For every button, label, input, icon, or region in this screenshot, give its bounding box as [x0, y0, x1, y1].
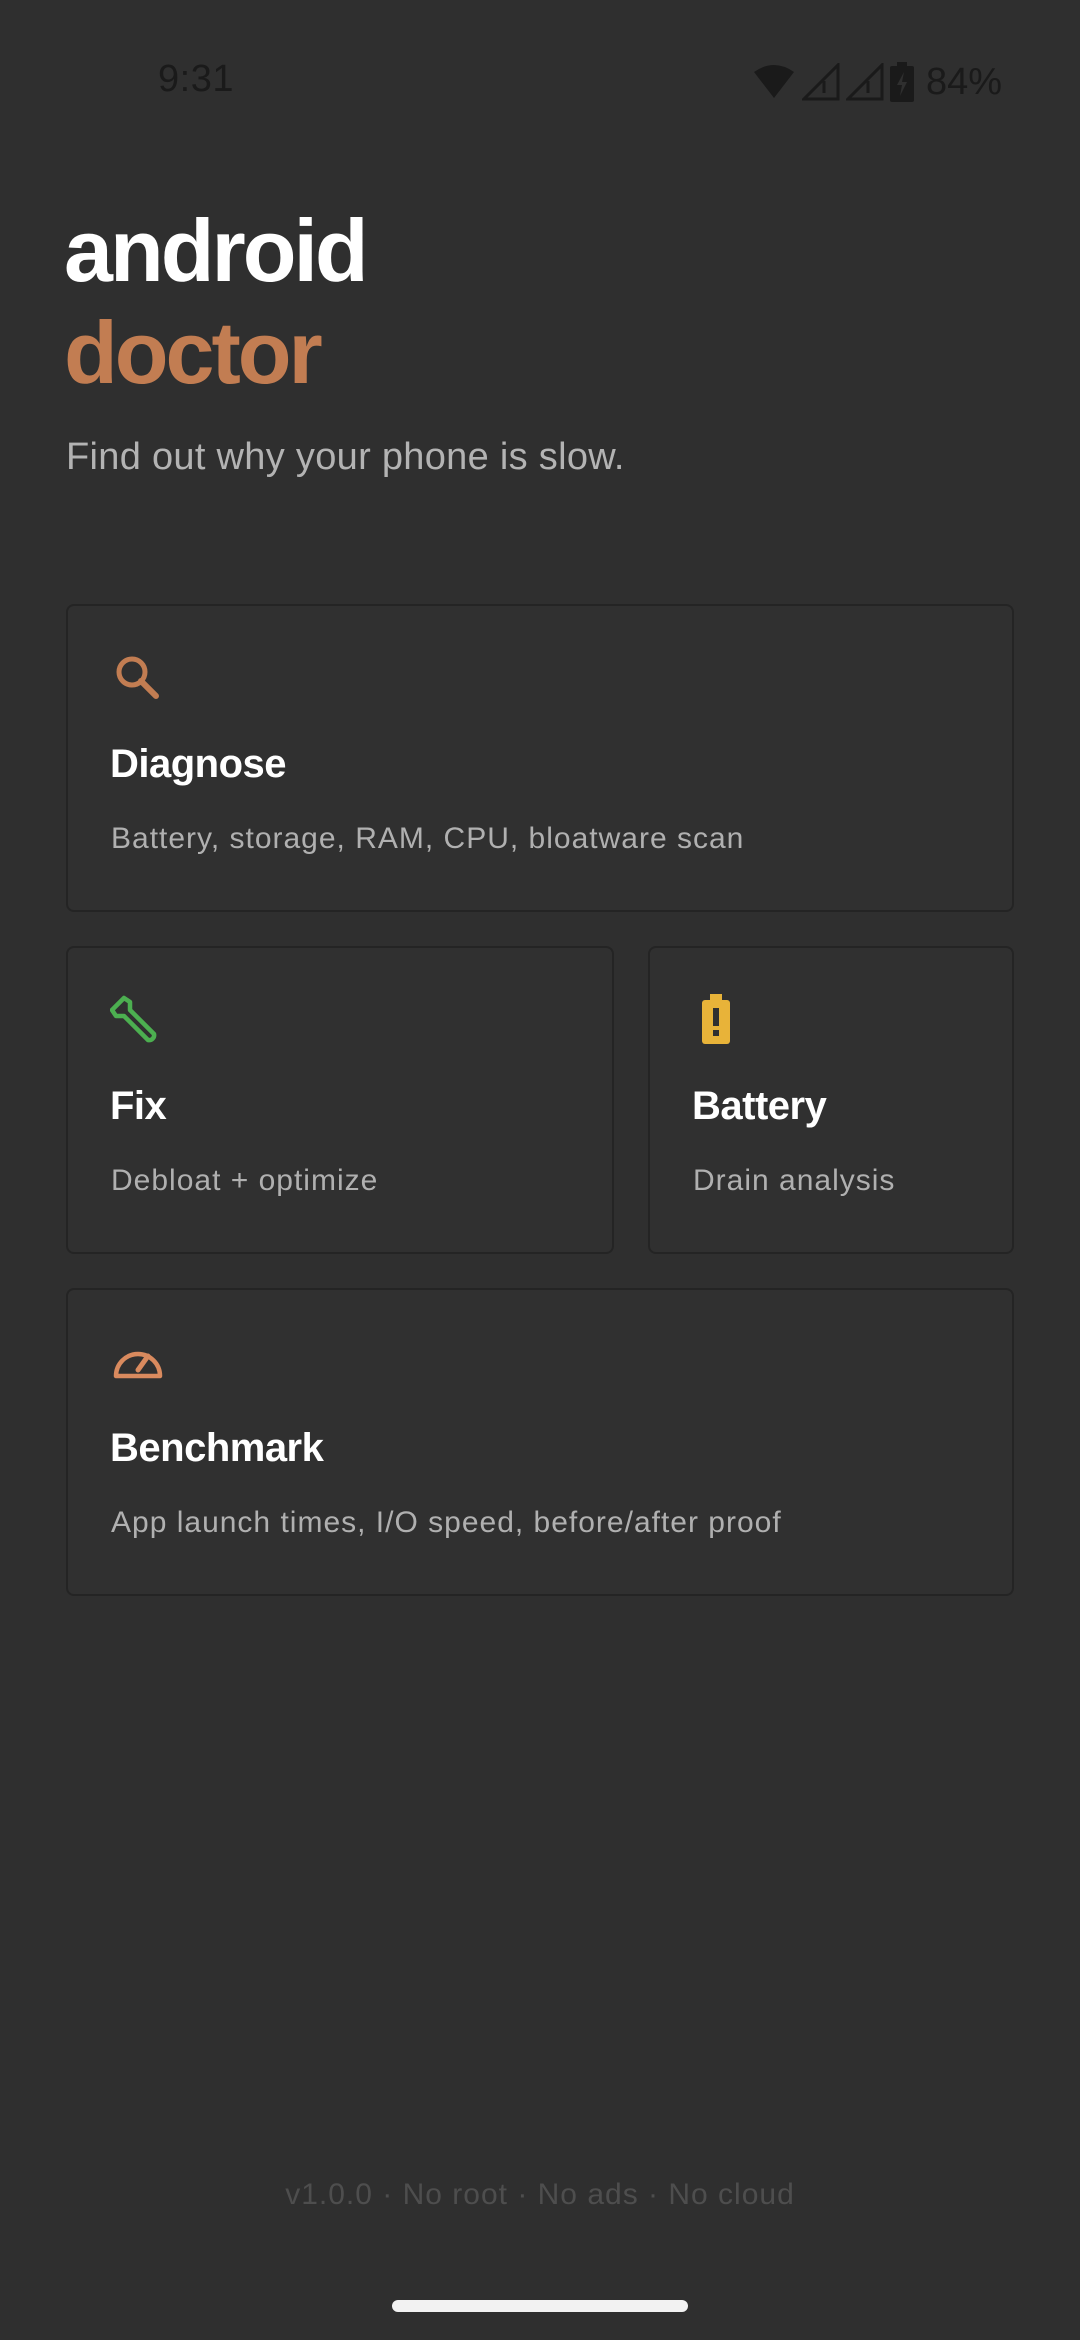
benchmark-description: App launch times, I/O speed, before/afte… — [111, 1506, 782, 1539]
battery-charging-icon — [889, 62, 914, 102]
battery-percent: 84% — [925, 60, 1002, 103]
app-title: android doctor — [64, 200, 369, 404]
battery-card[interactable]: Battery Drain analysis — [648, 946, 1014, 1254]
search-icon — [110, 650, 166, 706]
fix-title: Fix — [110, 1084, 167, 1128]
diagnose-title: Diagnose — [110, 742, 287, 786]
diagnose-card[interactable]: Diagnose Battery, storage, RAM, CPU, blo… — [66, 604, 1014, 912]
speedometer-icon — [110, 1334, 166, 1390]
battery-description: Drain analysis — [693, 1164, 896, 1197]
signal-icon — [845, 63, 884, 101]
battery-alert-icon — [692, 992, 748, 1048]
app-title-line1: android — [64, 201, 369, 300]
diagnose-description: Battery, storage, RAM, CPU, bloatware sc… — [111, 822, 745, 855]
benchmark-title: Benchmark — [110, 1426, 324, 1470]
wifi-icon — [752, 64, 796, 100]
fix-card[interactable]: Fix Debloat + optimize — [66, 946, 614, 1254]
benchmark-card[interactable]: Benchmark App launch times, I/O speed, b… — [66, 1288, 1014, 1596]
home-indicator[interactable] — [392, 2300, 688, 2312]
wrench-icon — [110, 992, 166, 1048]
app-subtitle: Find out why your phone is slow. — [66, 436, 625, 478]
fix-description: Debloat + optimize — [111, 1164, 379, 1197]
app-title-line2: doctor — [64, 303, 323, 402]
status-icons: 84% — [752, 58, 1002, 106]
signal-icon — [801, 63, 840, 101]
status-time: 9:31 — [158, 58, 234, 100]
version-footer: v1.0.0 · No root · No ads · No cloud — [285, 2178, 795, 2211]
battery-title: Battery — [692, 1084, 827, 1128]
status-bar: 9:31 84% — [0, 0, 1080, 165]
